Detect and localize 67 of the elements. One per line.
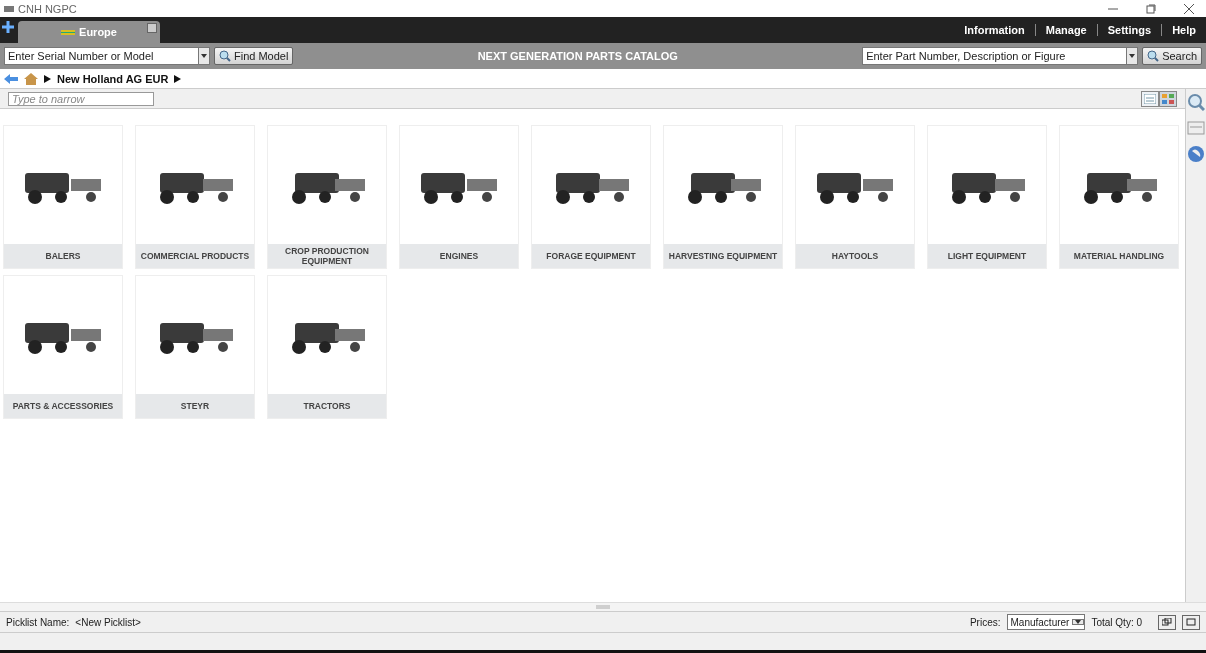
close-icon[interactable] <box>1184 3 1194 14</box>
category-label: COMMERCIAL PRODUCTS <box>136 244 254 268</box>
windows-button[interactable] <box>1158 614 1176 630</box>
window-title: CNH NGPC <box>18 2 77 15</box>
category-tile[interactable]: TRACTORS <box>267 275 387 419</box>
category-tile[interactable]: STEYR <box>135 275 255 419</box>
category-label: CROP PRODUCTION EQUIPMENT <box>268 244 386 268</box>
menu-item[interactable]: Settings <box>1096 24 1162 36</box>
part-search-field[interactable]: Enter Part Number, Description or Figure <box>862 47 1127 65</box>
app-logo-icon <box>4 5 14 12</box>
filter-field[interactable]: Type to narrow <box>8 91 154 106</box>
windows-icon <box>1162 618 1172 626</box>
category-label: STEYR <box>136 394 254 418</box>
category-tile[interactable]: CROP PRODUCTION EQUIPMENT <box>267 125 387 269</box>
prices-label: Prices: <box>969 616 1001 628</box>
restore-icon[interactable] <box>1146 3 1156 14</box>
category-tile[interactable]: ENGINES <box>399 125 519 269</box>
category-label: ENGINES <box>400 244 518 268</box>
menu-item[interactable]: Information <box>954 24 1035 36</box>
search-icon <box>1147 50 1160 62</box>
category-label: TRACTORS <box>268 394 386 418</box>
flag-icon <box>61 29 76 35</box>
category-tile[interactable]: BALERS <box>3 125 123 269</box>
dropdown-button[interactable] <box>1126 47 1139 65</box>
grid-view-button[interactable] <box>1159 90 1177 107</box>
catalog-heading: NEXT GENERATION PARTS CATALOG <box>476 50 679 62</box>
search-button[interactable]: Search <box>1142 47 1202 65</box>
prices-dropdown[interactable]: Manufacturer <box>1006 614 1086 630</box>
breadcrumb-link[interactable]: New Holland AG EUR <box>57 72 169 85</box>
picklist-name: <New Picklist> <box>75 616 141 628</box>
total-qty-text: Total Qty: 0 <box>1091 616 1142 628</box>
category-tile[interactable]: PARTS & ACCESSORIES <box>3 275 123 419</box>
category-label: HAYTOOLS <box>796 244 914 268</box>
category-tile[interactable]: HAYTOOLS <box>795 125 915 269</box>
category-label: PARTS & ACCESSORIES <box>4 394 122 418</box>
search-icon[interactable] <box>1187 93 1205 111</box>
caret-icon <box>1075 620 1082 624</box>
category-label: BALERS <box>4 244 122 268</box>
category-label: LIGHT EQUIPMENT <box>928 244 1046 268</box>
triangle-icon <box>44 74 51 83</box>
menu-item[interactable]: Manage <box>1034 24 1097 36</box>
caret-icon <box>1129 54 1136 58</box>
triangle-icon[interactable] <box>174 74 182 83</box>
maximize-button[interactable] <box>1182 614 1200 630</box>
category-tile[interactable]: HARVESTING EQUIPMENT <box>663 125 783 269</box>
home-icon[interactable] <box>24 72 38 85</box>
globe-icon[interactable] <box>1187 145 1205 163</box>
category-tile[interactable]: FORAGE EQUIPMENT <box>531 125 651 269</box>
caret-icon <box>201 54 207 58</box>
category-tile[interactable]: MATERIAL HANDLING <box>1059 125 1179 269</box>
model-search-field[interactable]: Enter Serial Number or Model <box>4 47 198 65</box>
category-tile[interactable]: COMMERCIAL PRODUCTS <box>135 125 255 269</box>
category-label: FORAGE EQUIPMENT <box>532 244 650 268</box>
list-view-button[interactable] <box>1141 90 1159 107</box>
category-tile[interactable]: LIGHT EQUIPMENT <box>927 125 1047 269</box>
maximize-icon <box>1186 618 1196 626</box>
close-tab-icon[interactable] <box>147 23 157 33</box>
category-label: HARVESTING EQUIPMENT <box>664 244 782 268</box>
find-model-button[interactable]: Find Model <box>214 47 294 65</box>
dropdown-button[interactable] <box>198 47 210 65</box>
search-icon <box>219 50 231 62</box>
back-arrow-icon[interactable] <box>4 73 18 84</box>
category-label: MATERIAL HANDLING <box>1060 244 1178 268</box>
dropdown-button[interactable] <box>1072 619 1085 625</box>
picklist-label: Picklist Name: <box>6 616 70 628</box>
splitter-handle-icon[interactable] <box>596 605 610 609</box>
menu-item[interactable]: Help <box>1161 24 1206 36</box>
